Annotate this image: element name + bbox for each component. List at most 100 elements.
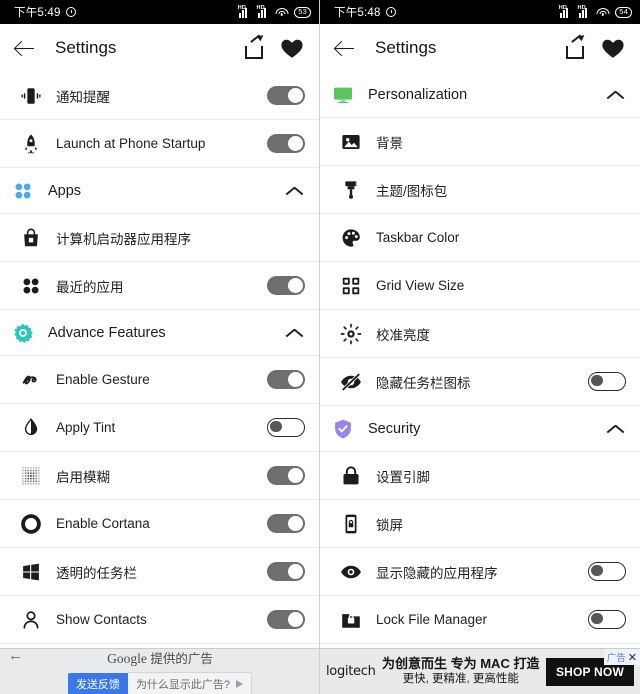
- settings-row-label: Enable Cortana: [56, 516, 267, 531]
- hd-label-2: HD: [257, 6, 265, 12]
- phone-lock-icon: [340, 513, 362, 535]
- settings-row[interactable]: 设置引脚: [320, 452, 640, 500]
- share-icon[interactable]: [243, 35, 269, 61]
- share-icon[interactable]: [564, 35, 590, 61]
- settings-row[interactable]: Enable Cortana: [0, 500, 319, 548]
- settings-row[interactable]: 背景: [320, 118, 640, 166]
- ad-label-badge[interactable]: 广告 ✕: [604, 649, 640, 665]
- toggle-switch-on[interactable]: [267, 86, 305, 105]
- battery-indicator: 54: [615, 7, 632, 18]
- settings-row[interactable]: 主题/图标包: [320, 166, 640, 214]
- toggle-switch-on[interactable]: [267, 370, 305, 389]
- settings-row[interactable]: 最近的应用: [0, 262, 319, 310]
- gear-icon: [12, 322, 34, 344]
- settings-row-label: 设置引脚: [376, 466, 626, 486]
- back-arrow-icon[interactable]: [334, 37, 356, 59]
- section-header-advance-features[interactable]: Advance Features: [0, 310, 319, 356]
- settings-row[interactable]: Enable Gesture: [0, 356, 319, 404]
- status-bar: 下午5:48 HD HD 54: [320, 0, 640, 24]
- toggle-switch-on[interactable]: [267, 466, 305, 485]
- ad-line-1: 为创意而生 专为 MAC 打造: [380, 656, 542, 672]
- send-feedback-button[interactable]: 发送反馈: [68, 673, 128, 694]
- image-icon: [340, 131, 362, 153]
- page-title: Settings: [55, 38, 233, 58]
- left-phone-screen: 下午5:49 HD HD 53 Settings: [0, 0, 320, 694]
- chevron-up-icon[interactable]: [606, 419, 626, 439]
- toggle-switch-off[interactable]: [588, 372, 626, 391]
- toggle-switch-on[interactable]: [267, 276, 305, 295]
- settings-row[interactable]: 计算机启动器应用程序: [0, 214, 319, 262]
- settings-row[interactable]: 启用模糊: [0, 452, 319, 500]
- heart-icon[interactable]: [600, 35, 626, 61]
- logitech-ad-banner[interactable]: logitech 为创意而生 专为 MAC 打造 更快, 更精准, 更高性能 S…: [320, 648, 640, 694]
- ad-copy: 为创意而生 专为 MAC 打造 更快, 更精准, 更高性能: [376, 656, 546, 687]
- ad-line-2: 更快, 更精准, 更高性能: [380, 672, 542, 686]
- toggle-switch-off[interactable]: [588, 562, 626, 581]
- section-header-label: Security: [368, 421, 606, 437]
- settings-list-right[interactable]: Personalization 背景主题/图标包 Taskbar Color Grid…: [320, 72, 640, 648]
- settings-row-label: 隐藏任务栏图标: [376, 372, 588, 392]
- chevron-up-icon[interactable]: [606, 85, 626, 105]
- settings-row-label: Apply Tint: [56, 420, 267, 435]
- vibrate-icon: [20, 85, 42, 107]
- toggle-switch-on[interactable]: [267, 134, 305, 153]
- google-ad-banner[interactable]: ← Google 提供的广告 发送反馈 为什么显示此广告?: [0, 648, 320, 694]
- windows-icon: [20, 561, 42, 583]
- toggle-switch-on[interactable]: [267, 610, 305, 629]
- ad-back-arrow-icon[interactable]: ←: [8, 648, 23, 663]
- settings-row-label: 锁屏: [376, 514, 626, 534]
- settings-row-label: 通知提醒: [56, 86, 267, 106]
- recent-apps-icon: [20, 275, 42, 297]
- settings-row[interactable]: Taskbar Color: [320, 214, 640, 262]
- settings-row[interactable]: Apply Tint: [0, 404, 319, 452]
- gesture-icon: [20, 369, 42, 391]
- settings-row-label: Taskbar Color: [376, 230, 626, 245]
- section-header-label: Advance Features: [48, 325, 285, 341]
- settings-row-label: Launch at Phone Startup: [56, 136, 267, 151]
- hd-label-1: HD: [559, 6, 567, 12]
- settings-list-left[interactable]: 通知提醒 Launch at Phone Startup Apps计算机启动器应用程…: [0, 72, 319, 648]
- ad-brand: Google: [107, 651, 147, 666]
- settings-row[interactable]: Launch at Phone Startup: [0, 120, 319, 168]
- tint-icon: [20, 417, 42, 439]
- paintbrush-icon: [340, 179, 362, 201]
- settings-row[interactable]: 透明的任务栏: [0, 548, 319, 596]
- section-header-apps[interactable]: Apps: [0, 168, 319, 214]
- hd-label-1: HD: [238, 6, 246, 12]
- blur-dots-icon: [20, 465, 42, 487]
- ad-close-icon[interactable]: ✕: [628, 651, 637, 664]
- settings-row[interactable]: 显示隐藏的应用程序: [320, 548, 640, 596]
- settings-row[interactable]: Grid View Size: [320, 262, 640, 310]
- toggle-switch-off[interactable]: [588, 610, 626, 629]
- signal-bars-icon-1: HD: [238, 7, 251, 18]
- section-header-label: Personalization: [368, 87, 606, 103]
- why-this-ad-button[interactable]: 为什么显示此广告?: [128, 672, 252, 694]
- settings-row[interactable]: Lock File Manager: [320, 596, 640, 644]
- back-arrow-icon[interactable]: [14, 37, 36, 59]
- section-header-security[interactable]: Security: [320, 406, 640, 452]
- toggle-switch-off[interactable]: [267, 418, 305, 437]
- person-icon: [20, 609, 42, 631]
- chevron-up-icon[interactable]: [285, 181, 305, 201]
- toggle-switch-on[interactable]: [267, 562, 305, 581]
- settings-row[interactable]: 隐藏任务栏图标: [320, 358, 640, 406]
- settings-row[interactable]: 通知提醒: [0, 72, 319, 120]
- settings-row[interactable]: Show Contacts: [0, 596, 319, 644]
- settings-row-label: 启用模糊: [56, 466, 267, 486]
- signal-bars-icon-2: HD: [578, 7, 591, 18]
- wifi-icon: [596, 7, 609, 17]
- settings-row[interactable]: 校准亮度: [320, 310, 640, 358]
- section-header-personalization[interactable]: Personalization: [320, 72, 640, 118]
- grid-view-icon: [340, 275, 362, 297]
- chevron-up-icon[interactable]: [285, 323, 305, 343]
- heart-icon[interactable]: [279, 35, 305, 61]
- settings-row[interactable]: 锁屏: [320, 500, 640, 548]
- brightness-icon: [340, 323, 362, 345]
- folder-lock-icon: [340, 609, 362, 631]
- alarm-clock-icon: [386, 7, 396, 17]
- settings-row-label: Lock File Manager: [376, 612, 588, 627]
- status-bar-right: HD HD 54: [559, 7, 632, 18]
- settings-row-label: 背景: [376, 132, 626, 152]
- palette-icon: [340, 227, 362, 249]
- toggle-switch-on[interactable]: [267, 514, 305, 533]
